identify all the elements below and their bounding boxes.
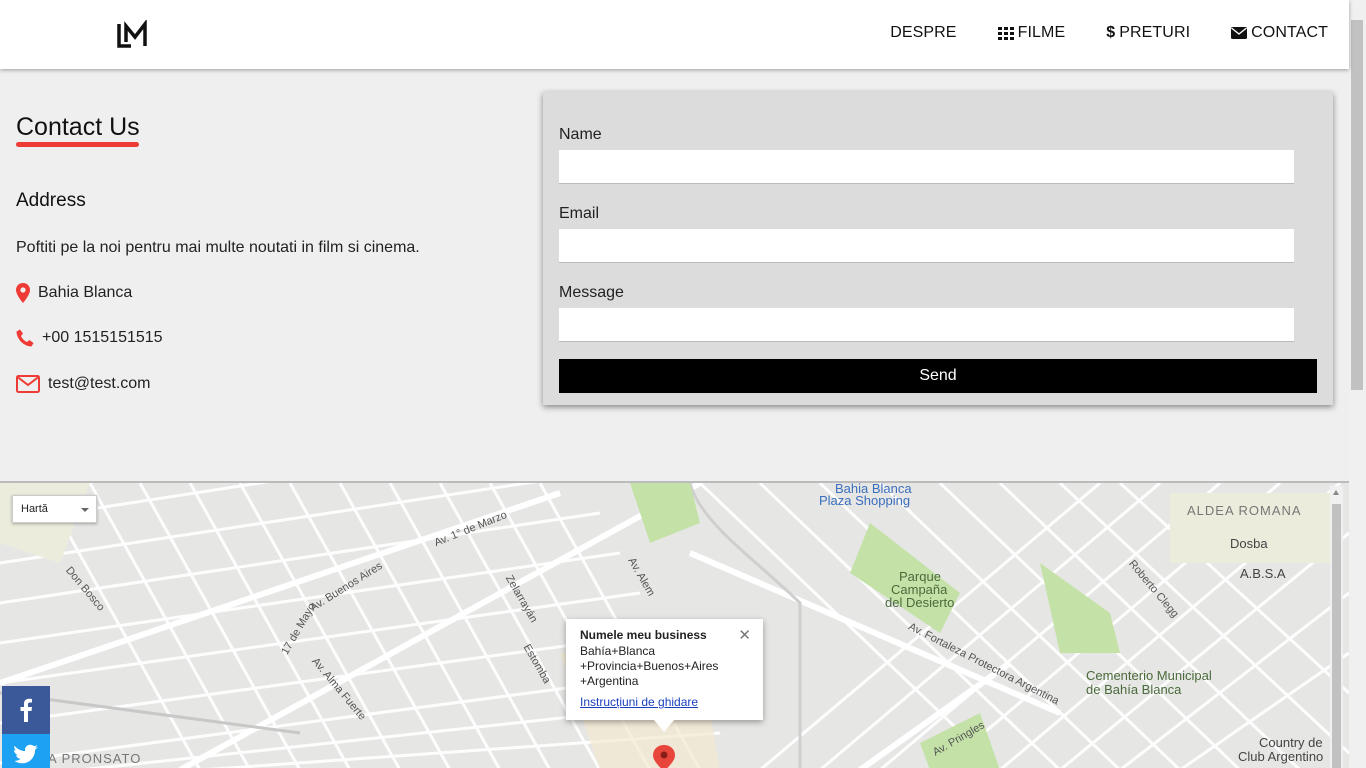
map-type-label: Hartă <box>21 503 48 515</box>
twitter-button[interactable] <box>2 734 50 768</box>
map-type-selector[interactable]: Hartă <box>12 495 97 523</box>
dollar-icon: $ <box>1106 24 1116 41</box>
page-scrollbar[interactable] <box>1349 0 1366 768</box>
google-map[interactable]: Hartă Bahia Blanca Plaza Shopping ALDEA … <box>0 481 1349 768</box>
nav-preturi-label: PRETURI <box>1119 24 1191 41</box>
nav-preturi[interactable]: $ PRETURI <box>1106 24 1190 42</box>
facebook-icon <box>20 698 32 722</box>
map-label-parque-3: del Desierto <box>885 595 955 610</box>
info-window-line-3: +Argentina <box>580 674 639 688</box>
title-underline <box>16 142 139 147</box>
chevron-down-icon <box>81 508 89 512</box>
map-label-country-1: Country de <box>1259 735 1323 750</box>
envelope-icon <box>1231 27 1248 39</box>
social-share-bar <box>2 686 50 768</box>
address-heading: Address <box>16 190 86 211</box>
location-text: Bahia Blanca <box>38 284 133 301</box>
email-label: Email <box>559 205 600 222</box>
email-row: test@test.com <box>16 375 151 393</box>
email-field[interactable] <box>559 229 1294 263</box>
map-label-absa: A.B.S.A <box>1240 566 1286 581</box>
send-button[interactable]: Send <box>559 359 1317 393</box>
map-scrollbar-thumb[interactable] <box>1332 504 1341 768</box>
nav-contact[interactable]: CONTACT <box>1231 24 1328 42</box>
page-title: Contact Us <box>16 113 140 141</box>
grid-icon <box>997 26 1014 40</box>
map-label-dosba: Dosba <box>1230 536 1268 551</box>
phone-text: +00 1515151515 <box>42 329 163 346</box>
main-nav: DESPRE FILME $ PRETURI CONTACT <box>890 24 1328 42</box>
close-icon[interactable]: ✕ <box>738 626 751 644</box>
directions-link[interactable]: Instrucțiuni de ghidare <box>580 695 749 709</box>
phone-row: +00 1515151515 <box>16 329 163 347</box>
nav-contact-label: CONTACT <box>1251 24 1328 41</box>
page-scrollbar-thumb[interactable] <box>1351 20 1363 390</box>
top-navbar: DESPRE FILME $ PRETURI CONTACT <box>0 0 1349 69</box>
map-info-window: Numele meu business Bahía+Blanca +Provin… <box>566 619 763 732</box>
map-label-country-2: Club Argentino <box>1238 749 1324 764</box>
name-field[interactable] <box>559 150 1294 184</box>
info-window-title: Numele meu business <box>580 628 707 642</box>
contact-form: Name Email Message Send <box>543 92 1333 405</box>
location-row: Bahia Blanca <box>16 283 132 303</box>
map-label-plaza-2: Plaza Shopping <box>819 493 911 508</box>
message-field[interactable] <box>559 308 1294 342</box>
map-label-cementerio-1: Cementerio Municipal <box>1086 668 1212 683</box>
address-intro: Poftiti pe la noi pentru mai multe nouta… <box>16 239 420 256</box>
info-window-line-2: +Provincia+Buenos+Aires <box>580 659 719 673</box>
info-window-line-1: Bahía+Blanca <box>580 644 656 658</box>
name-label: Name <box>559 126 602 143</box>
message-label: Message <box>559 284 624 301</box>
map-label-aldea-romana: ALDEA ROMANA <box>1187 503 1302 518</box>
scroll-up-icon[interactable] <box>1333 490 1339 495</box>
phone-icon <box>16 329 34 347</box>
map-label-pronsato: A PRONSATO <box>48 751 142 766</box>
facebook-button[interactable] <box>2 686 50 734</box>
map-label-cementerio-2: de Bahía Blanca <box>1086 682 1182 697</box>
map-marker-icon[interactable] <box>653 745 675 768</box>
brand-logo[interactable] <box>117 20 149 50</box>
nav-despre[interactable]: DESPRE <box>890 24 956 42</box>
map-scrollbar[interactable] <box>1330 486 1343 768</box>
nav-filme[interactable]: FILME <box>997 24 1066 42</box>
nav-despre-label: DESPRE <box>890 24 957 41</box>
twitter-icon <box>14 744 38 764</box>
email-text[interactable]: test@test.com <box>48 375 151 393</box>
nav-filme-label: FILME <box>1017 24 1066 41</box>
map-pin-icon <box>16 283 30 303</box>
info-window-tail <box>654 720 674 732</box>
email-icon <box>16 375 40 393</box>
